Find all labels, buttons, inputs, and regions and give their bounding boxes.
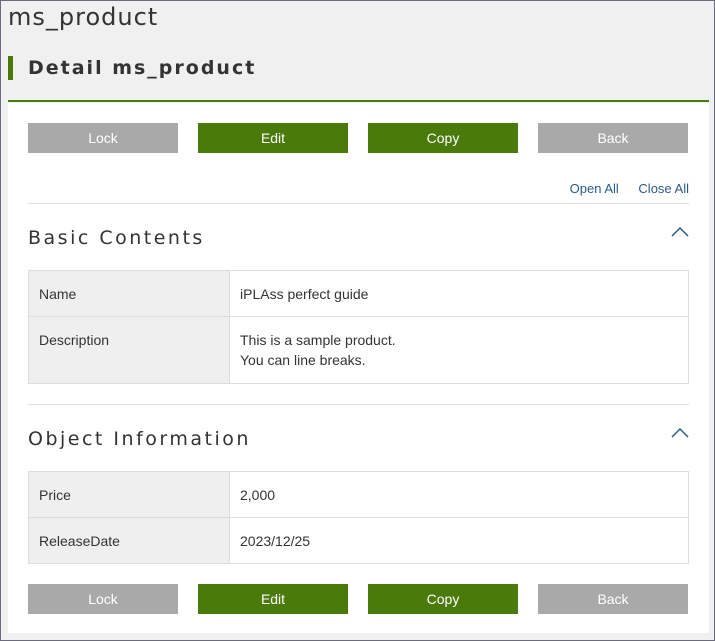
window-frame: ms_product Detail ms_product Lock Edit C… <box>0 0 715 641</box>
property-value: 2023/12/25 <box>229 517 689 564</box>
divider <box>28 203 689 204</box>
copy-button[interactable]: Copy <box>368 123 518 153</box>
description-value-line-2: You can line breaks. <box>240 352 366 368</box>
releasedate-value: 2023/12/25 <box>240 533 311 549</box>
property-label: Name <box>28 270 230 317</box>
property-label: Price <box>28 471 230 518</box>
lock-button[interactable]: Lock <box>28 584 178 614</box>
table-row: ReleaseDate 2023/12/25 <box>28 517 689 564</box>
object-information-table: Price 2,000 ReleaseDate 2023/12/25 <box>28 471 689 564</box>
price-value: 2,000 <box>240 487 276 503</box>
edit-button[interactable]: Edit <box>198 584 348 614</box>
page-title: Detail ms_product <box>28 57 257 79</box>
app-title: ms_product <box>8 3 159 31</box>
heading-accent-bar <box>8 56 13 80</box>
chevron-up-icon[interactable] <box>671 427 689 439</box>
name-label: Name <box>39 286 77 302</box>
table-row: Price 2,000 <box>28 471 689 518</box>
property-value: iPLAss perfect guide <box>229 270 689 317</box>
table-row: Name iPLAss perfect guide <box>28 270 689 317</box>
back-button[interactable]: Back <box>538 123 688 153</box>
property-value: This is a sample product. You can line b… <box>229 316 689 384</box>
price-label: Price <box>39 487 71 503</box>
detail-panel: Lock Edit Copy Back Open All Close All B… <box>8 103 709 633</box>
edit-button[interactable]: Edit <box>198 123 348 153</box>
property-label: ReleaseDate <box>28 517 230 564</box>
description-value-line-1: This is a sample product. <box>240 332 396 348</box>
open-all-link[interactable]: Open All <box>570 181 619 196</box>
close-all-link[interactable]: Close All <box>638 181 689 196</box>
copy-button[interactable]: Copy <box>368 584 518 614</box>
releasedate-label: ReleaseDate <box>39 533 120 549</box>
top-toolbar: Lock Edit Copy Back <box>28 123 689 153</box>
property-label: Description <box>28 316 230 384</box>
chevron-up-icon[interactable] <box>671 226 689 238</box>
lock-button[interactable]: Lock <box>28 123 178 153</box>
table-row: Description This is a sample product. Yo… <box>28 316 689 384</box>
property-value: 2,000 <box>229 471 689 518</box>
page-heading: Detail ms_product <box>8 54 709 102</box>
back-button[interactable]: Back <box>538 584 688 614</box>
divider <box>28 404 689 405</box>
basic-contents-table: Name iPLAss perfect guide Description Th… <box>28 270 689 384</box>
section-toggle-links: Open All Close All <box>554 181 689 196</box>
name-value: iPLAss perfect guide <box>240 286 369 302</box>
section-title-object-information: Object Information <box>28 428 251 450</box>
description-label: Description <box>39 332 110 348</box>
bottom-toolbar: Lock Edit Copy Back <box>28 584 689 614</box>
section-title-basic-contents: Basic Contents <box>28 227 205 249</box>
